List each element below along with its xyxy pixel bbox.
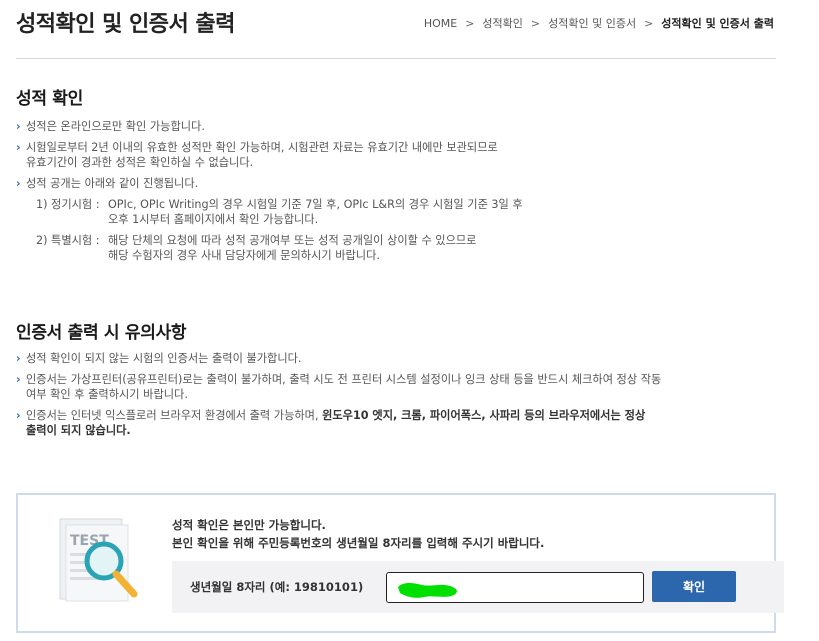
score-section-title: 성적 확인 xyxy=(16,89,83,109)
confirm-button[interactable]: 확인 xyxy=(652,571,736,602)
verification-notice-2: 본인 확인을 위해 주민등록번호의 생년월일 8자리를 입력해 주시기 바랍니다… xyxy=(172,536,545,550)
list-item-text: 성적 공개는 아래와 같이 진행됩니다. xyxy=(26,177,199,190)
chevron-right-icon: › xyxy=(16,373,21,386)
regular-exam-text: OPIc, OPIc Writing의 경우 시험일 기준 7일 후, OPIc… xyxy=(108,198,523,211)
cert-notice-list: › 성적 확인이 되지 않는 시험의 인증서는 출력이 불가합니다. › 인증서… xyxy=(16,351,786,444)
regular-exam-text-2: 오후 1시부터 홈페이지에서 확인 가능합니다. xyxy=(108,213,319,226)
list-item-text: 인증서는 가상프린터(공유프린터)로는 출력이 불가하며, 출력 시도 전 프린… xyxy=(26,373,662,386)
list-item: › 인증서는 인터넷 익스플로러 브라우저 환경에서 출력 가능하며, 윈도우1… xyxy=(16,408,786,438)
breadcrumb-current: 성적확인 및 인증서 출력 xyxy=(661,17,774,30)
chevron-right-icon: > xyxy=(465,16,475,30)
dob-label: 생년월일 8자리 (예: 19810101) xyxy=(190,580,364,594)
list-item: › 인증서는 가상프린터(공유프린터)로는 출력이 불가하며, 출력 시도 전 … xyxy=(16,372,786,402)
special-exam-text: 해당 단체의 요청에 따라 성적 공개여부 또는 성적 공개일이 상이할 수 있… xyxy=(108,234,477,247)
chevron-right-icon: › xyxy=(16,352,21,365)
browser-warning-text-2: 출력이 되지 않습니다. xyxy=(26,424,131,437)
release-schedule: 1) 정기시험 : OPIc, OPIc Writing의 경우 시험일 기준 … xyxy=(16,197,786,263)
verification-notice-1: 성적 확인은 본인만 가능합니다. xyxy=(172,518,326,532)
chevron-right-icon: › xyxy=(16,120,21,133)
browser-warning-text: 윈도우10 엣지, 크롬, 파이어폭스, 사파리 등의 브라우저에서는 정상 xyxy=(322,409,646,422)
list-item-text: 시험일로부터 2년 이내의 유효한 성적만 확인 가능하며, 시험관련 자료는 … xyxy=(26,141,498,154)
special-exam-text-2: 해당 수험자의 경우 사내 담당자에게 문의하시기 바랍니다. xyxy=(108,249,380,262)
breadcrumb-score[interactable]: 성적확인 xyxy=(482,15,522,31)
dob-input-area: 생년월일 8자리 (예: 19810101) 확인 xyxy=(172,561,784,613)
page-title: 성적확인 및 인증서 출력 xyxy=(16,12,235,37)
score-notice-list: › 성적은 온라인으로만 확인 가능합니다. › 시험일로부터 2년 이내의 유… xyxy=(16,119,786,269)
identity-verification-box: TEST 성적 확인은 본인만 가능합니다. 본인 확인을 위해 주민등록번호의… xyxy=(16,493,784,633)
chevron-right-icon: › xyxy=(16,409,21,422)
list-item-text: 성적 확인이 되지 않는 시험의 인증서는 출력이 불가합니다. xyxy=(26,352,302,365)
breadcrumb-home[interactable]: HOME xyxy=(424,17,457,30)
list-item: › 시험일로부터 2년 이내의 유효한 성적만 확인 가능하며, 시험관련 자료… xyxy=(16,140,786,170)
regular-exam-row: 1) 정기시험 : OPIc, OPIc Writing의 경우 시험일 기준 … xyxy=(36,197,786,212)
breadcrumb-score-cert[interactable]: 성적확인 및 인증서 xyxy=(548,15,636,31)
list-item-text: 성적은 온라인으로만 확인 가능합니다. xyxy=(26,120,205,133)
special-exam-row: 2) 특별시험 : 해당 단체의 요청에 따라 성적 공개여부 또는 성적 공개… xyxy=(36,233,786,248)
list-item: › 성적 확인이 되지 않는 시험의 인증서는 출력이 불가합니다. xyxy=(16,351,786,366)
dob-input[interactable] xyxy=(386,572,644,603)
list-item-text: 인증서는 인터넷 익스플로러 브라우저 환경에서 출력 가능하며, xyxy=(26,409,323,422)
chevron-right-icon: › xyxy=(16,141,21,154)
breadcrumb: HOME > 성적확인 > 성적확인 및 인증서 > 성적확인 및 인증서 출력 xyxy=(424,15,774,31)
chevron-right-icon: > xyxy=(644,16,654,30)
list-item: › 성적 공개는 아래와 같이 진행됩니다. xyxy=(16,176,786,191)
chevron-right-icon: > xyxy=(530,16,541,30)
verification-notice: 성적 확인은 본인만 가능합니다. 본인 확인을 위해 주민등록번호의 생년월일… xyxy=(172,516,544,552)
page-header: 성적확인 및 인증서 출력 HOME > 성적확인 > 성적확인 및 인증서 >… xyxy=(16,0,776,59)
list-item: › 성적은 온라인으로만 확인 가능합니다. xyxy=(16,119,786,134)
cert-section-title: 인증서 출력 시 유의사항 xyxy=(16,323,187,343)
list-item-text: 여부 확인 후 출력하시기 바랍니다. xyxy=(26,388,188,401)
regular-exam-label: 1) 정기시험 : xyxy=(36,198,100,211)
list-item-text: 유효기간이 경과한 성적은 확인하실 수 없습니다. xyxy=(26,156,254,169)
test-document-magnifier-icon: TEST xyxy=(59,518,138,602)
chevron-right-icon: › xyxy=(16,177,21,190)
special-exam-label: 2) 특별시험 : xyxy=(36,234,100,247)
